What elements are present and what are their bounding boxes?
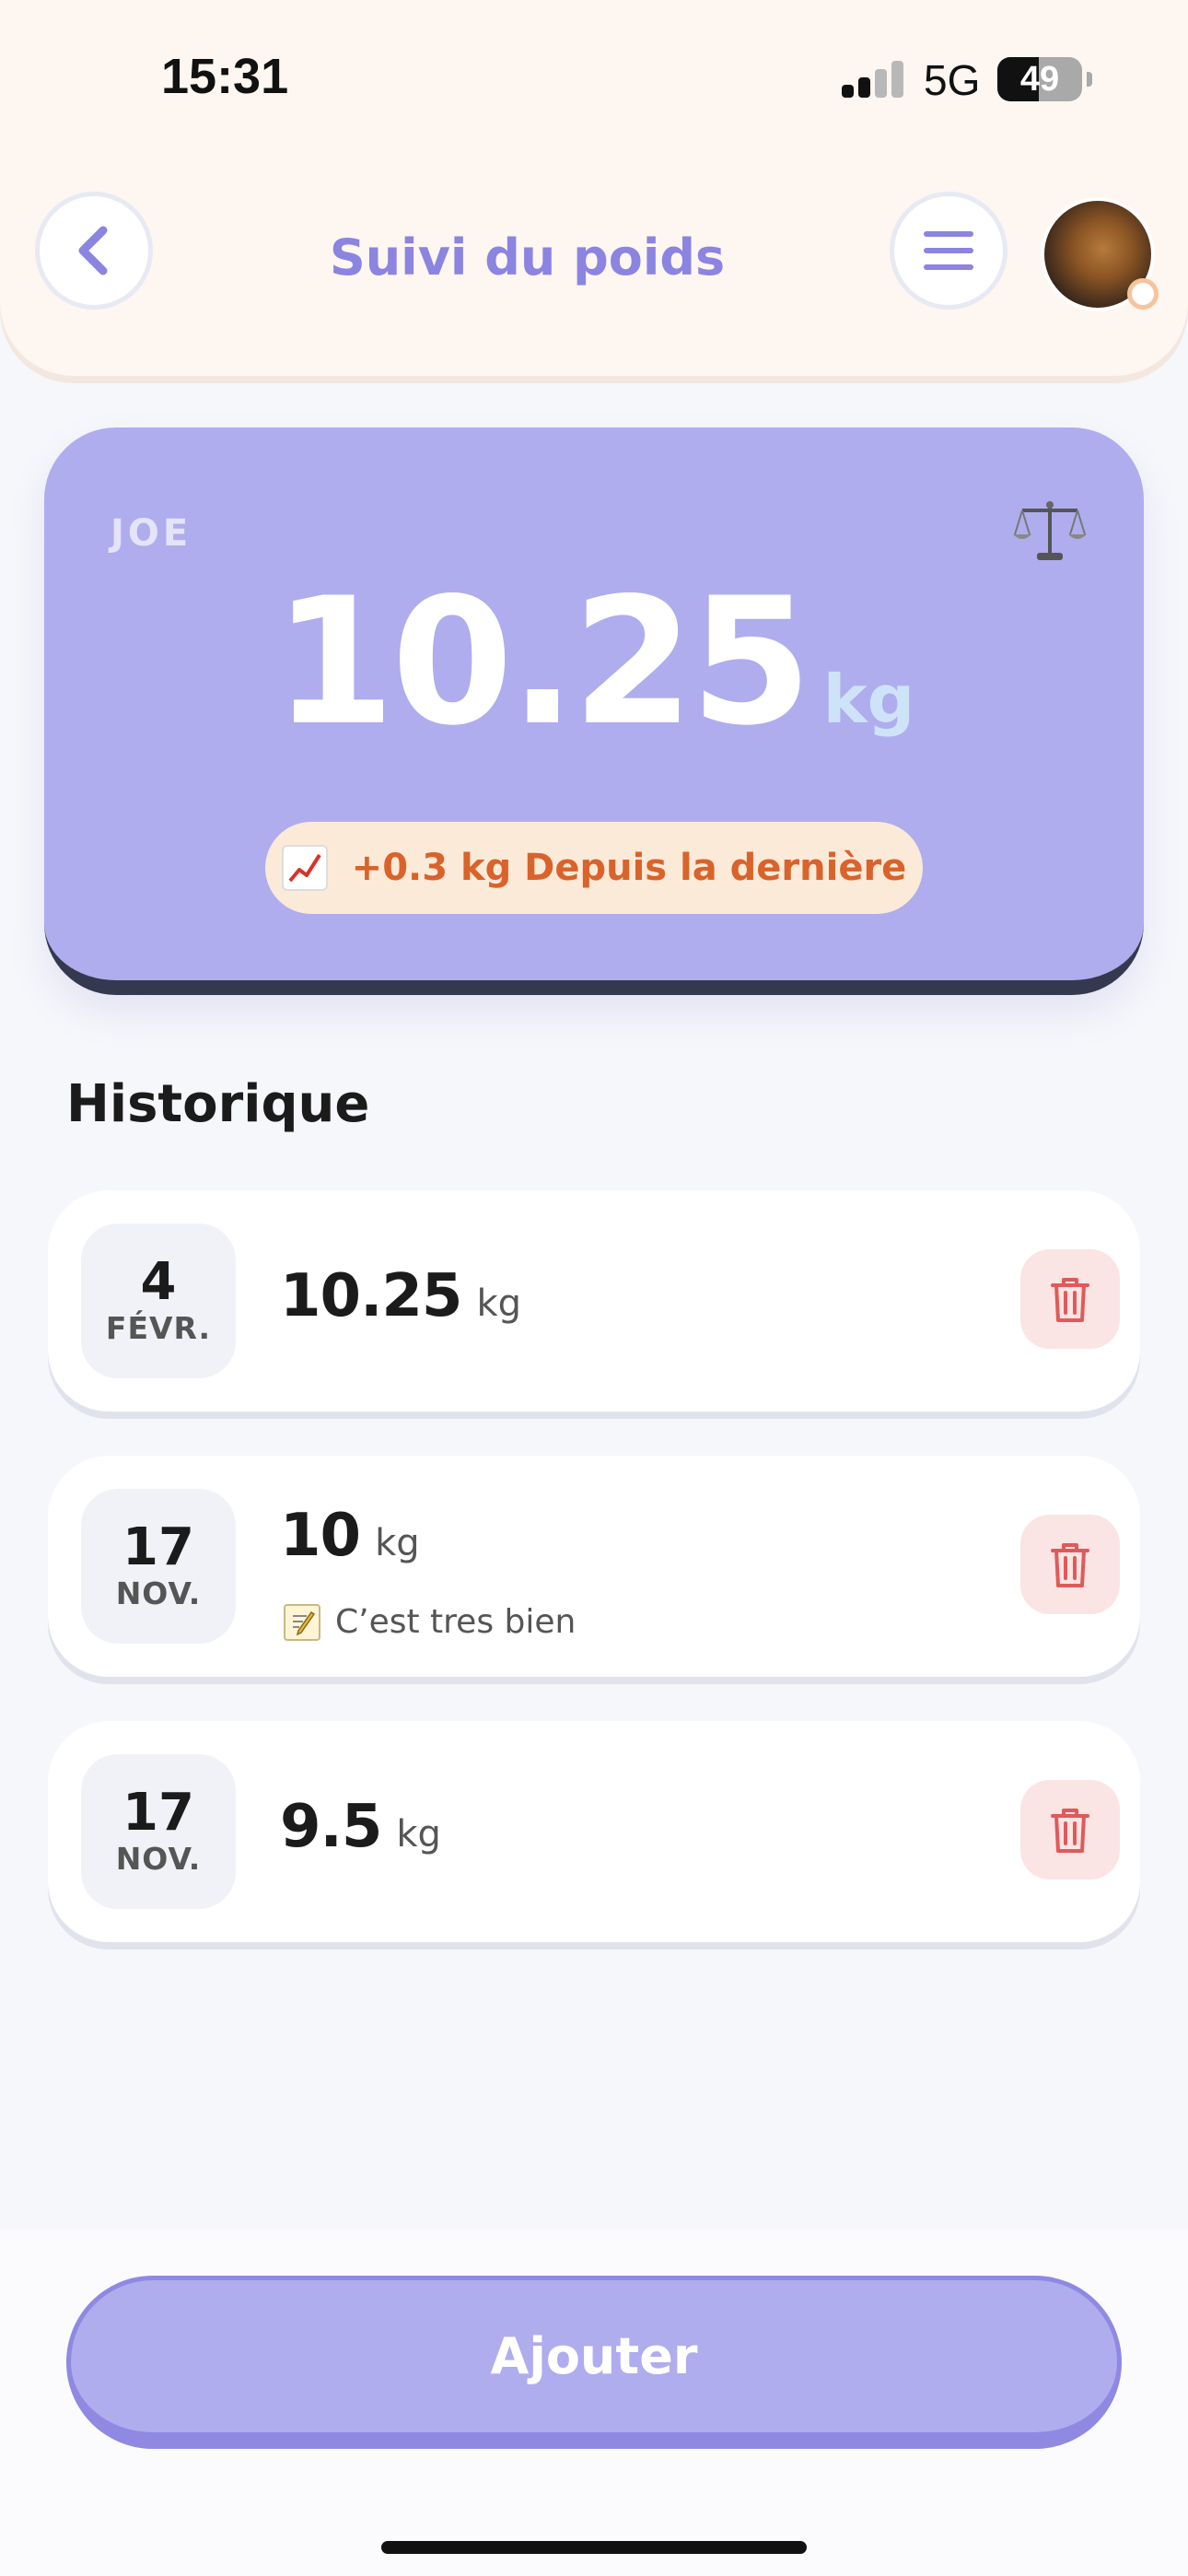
current-weight-unit: kg bbox=[822, 661, 915, 738]
entry-date: 17 NOV. bbox=[81, 1754, 236, 1909]
entry-month: NOV. bbox=[115, 1575, 202, 1611]
memo-icon bbox=[284, 1603, 320, 1641]
entry-weight-unit: kg bbox=[476, 1282, 521, 1325]
entry-weight: 9.5 kg bbox=[280, 1793, 441, 1861]
battery-icon: 49 bbox=[997, 57, 1082, 101]
history-entry[interactable]: 17 NOV. 9.5 kg bbox=[48, 1721, 1140, 1942]
avatar-status-dot bbox=[1127, 278, 1159, 310]
add-weight-button[interactable]: Ajouter bbox=[66, 2276, 1122, 2449]
trash-icon bbox=[1051, 1543, 1089, 1587]
battery-level: 49 bbox=[1019, 59, 1060, 99]
delete-entry-button[interactable] bbox=[1020, 1780, 1120, 1879]
weight-change-badge: +0.3 kg Depuis la dernière bbox=[265, 822, 923, 914]
history-entry[interactable]: 17 NOV. 10 kg C’est tres bien bbox=[48, 1456, 1140, 1677]
entry-weight-value: 10.25 bbox=[280, 1262, 462, 1330]
entry-day: 4 bbox=[140, 1252, 177, 1313]
entry-day: 17 bbox=[122, 1517, 194, 1578]
entry-date: 17 NOV. bbox=[81, 1489, 236, 1644]
add-button-label: Ajouter bbox=[490, 2327, 698, 2385]
entry-note: C’est tres bien bbox=[284, 1603, 576, 1641]
menu-button[interactable] bbox=[890, 192, 1007, 310]
weight-change-text: +0.3 kg Depuis la dernière bbox=[351, 847, 907, 889]
hamburger-menu-icon bbox=[924, 231, 973, 270]
trash-icon bbox=[1051, 1809, 1089, 1853]
chart-increasing-icon bbox=[281, 845, 328, 891]
current-weight-card: JOE 10.25 kg +0.3 kg Depuis la dernière bbox=[44, 427, 1144, 995]
delete-entry-button[interactable] bbox=[1020, 1515, 1120, 1614]
entry-month: NOV. bbox=[115, 1840, 202, 1877]
balance-scale-icon bbox=[1013, 501, 1087, 560]
entry-weight-value: 10 bbox=[280, 1502, 361, 1570]
current-weight-value: 10.25 bbox=[273, 560, 812, 764]
entry-weight-unit: kg bbox=[375, 1522, 420, 1564]
entry-note-text: C’est tres bien bbox=[335, 1603, 577, 1641]
entry-weight-unit: kg bbox=[396, 1813, 441, 1856]
home-indicator bbox=[381, 2541, 807, 2554]
trash-icon bbox=[1051, 1278, 1089, 1322]
header-area: 15:31 5G 49 Suivi du poids bbox=[0, 0, 1188, 376]
network-label: 5G bbox=[924, 56, 981, 104]
battery-tip bbox=[1087, 72, 1092, 87]
entry-weight: 10.25 kg bbox=[280, 1262, 521, 1330]
entry-day: 17 bbox=[122, 1783, 194, 1844]
signal-icon bbox=[842, 61, 904, 98]
status-time: 15:31 bbox=[161, 49, 289, 104]
weight-tracking-screen: 15:31 5G 49 Suivi du poids JOE 10.25 kg … bbox=[0, 0, 1188, 2576]
entry-weight: 10 kg bbox=[280, 1502, 420, 1570]
history-title: Historique bbox=[66, 1074, 370, 1134]
entry-month: FÉVR. bbox=[105, 1309, 212, 1346]
current-weight: 10.25 kg bbox=[44, 575, 1144, 750]
delete-entry-button[interactable] bbox=[1020, 1249, 1120, 1349]
entry-date: 4 FÉVR. bbox=[81, 1224, 236, 1378]
pet-name: JOE bbox=[111, 512, 192, 555]
entry-weight-value: 9.5 bbox=[280, 1793, 382, 1861]
history-entry[interactable]: 4 FÉVR. 10.25 kg bbox=[48, 1190, 1140, 1411]
